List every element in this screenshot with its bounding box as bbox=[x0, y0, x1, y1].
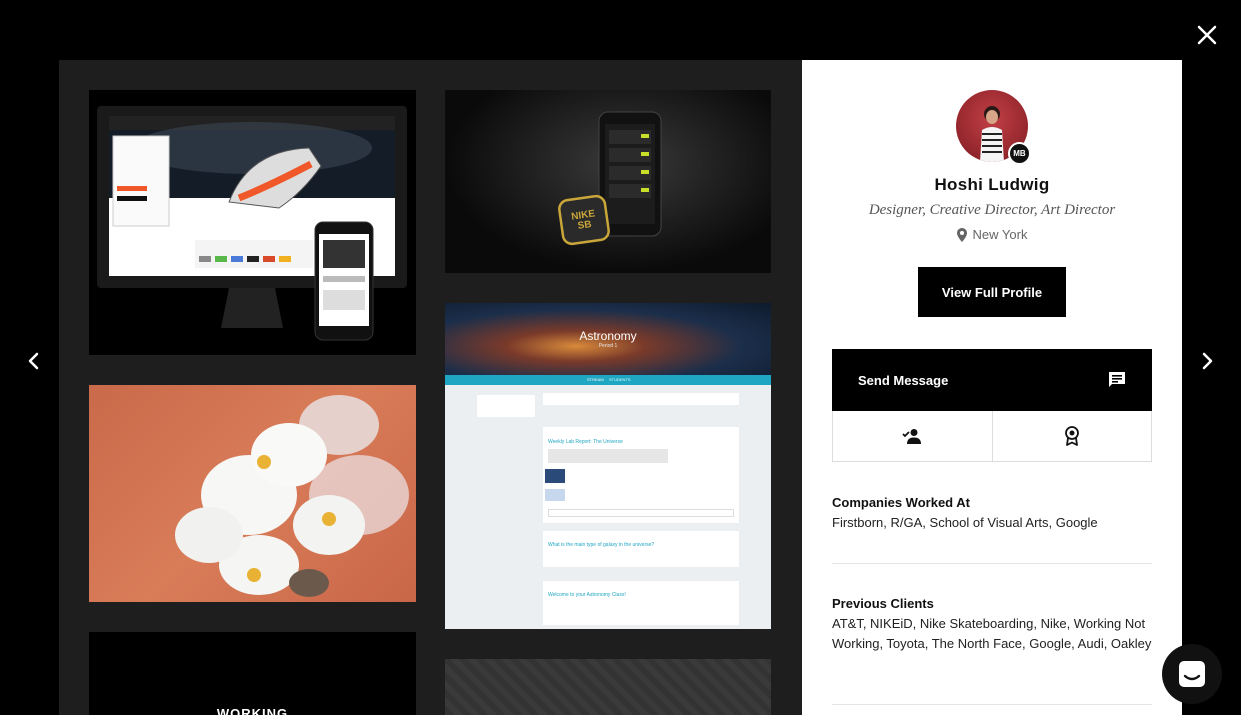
nike-sb-app-illustration bbox=[558, 111, 662, 246]
clients-title: Previous Clients bbox=[832, 596, 934, 611]
astronomy-assignment-title: Weekly Lab Report: The Universe bbox=[548, 439, 623, 445]
working-text: WORKING bbox=[216, 706, 289, 715]
message-icon bbox=[1109, 372, 1125, 387]
astronomy-question: What is the main type of galaxy in the u… bbox=[548, 542, 655, 548]
award-button[interactable] bbox=[991, 411, 1152, 461]
astronomy-sidebar bbox=[477, 395, 535, 417]
location-text: New York bbox=[972, 227, 1028, 242]
send-message-button[interactable]: Send Message bbox=[832, 349, 1152, 411]
astronomy-question-card: What is the main type of galaxy in the u… bbox=[543, 531, 739, 567]
astronomy-announcement-card: Welcome to your Astronomy Class! bbox=[543, 581, 739, 625]
next-button[interactable] bbox=[1197, 349, 1217, 373]
profile-name: Hoshi Ludwig bbox=[934, 175, 1050, 194]
gallery-image-working-not-working[interactable]: WORKING bbox=[89, 632, 416, 715]
section-divider-bottom bbox=[832, 704, 1152, 705]
previous-button[interactable] bbox=[24, 349, 44, 373]
award-icon bbox=[1064, 426, 1079, 446]
astronomy-subtitle: Period 1 bbox=[598, 343, 618, 349]
gallery-image-orchids[interactable] bbox=[89, 385, 416, 602]
profile-panel: MB Hoshi Ludwig Designer, Creative Direc… bbox=[802, 60, 1182, 715]
chat-launcher-button[interactable] bbox=[1162, 644, 1222, 704]
view-full-profile-button[interactable]: View Full Profile bbox=[918, 267, 1066, 317]
orchids-illustration bbox=[175, 395, 409, 597]
arrow-left-icon bbox=[28, 352, 39, 370]
profile-roles: Designer, Creative Director, Art Directo… bbox=[868, 202, 1116, 218]
astronomy-share-box bbox=[543, 393, 739, 405]
send-message-label: Send Message bbox=[858, 372, 949, 388]
astronomy-tab-stream: STREAM bbox=[587, 377, 604, 382]
follow-user-icon bbox=[902, 429, 922, 444]
close-icon bbox=[1197, 25, 1217, 45]
astronomy-assignment-card: Weekly Lab Report: The Universe bbox=[543, 427, 739, 523]
gallery-image-nike-sb-app[interactable]: NIKE SB bbox=[445, 90, 771, 273]
arrow-right-icon bbox=[1202, 352, 1213, 370]
section-divider bbox=[832, 563, 1152, 564]
astronomy-title: Astronomy bbox=[579, 329, 637, 343]
portfolio-gallery: NIKE SB Astronomy Period 1 STREAM STUDEN… bbox=[59, 60, 802, 715]
gallery-image-astronomy-classroom[interactable]: Astronomy Period 1 STREAM STUDENTS Weekl… bbox=[445, 303, 771, 629]
nikeid-site-illustration bbox=[97, 106, 407, 341]
companies-title: Companies Worked At bbox=[832, 495, 970, 510]
companies-value: Firstborn, R/GA, School of Visual Arts, … bbox=[832, 515, 1098, 530]
gallery-image-nikeid-site[interactable] bbox=[89, 90, 416, 355]
close-button[interactable] bbox=[1194, 22, 1220, 48]
astronomy-tab-students: STUDENTS bbox=[609, 377, 631, 382]
avatar-badge: MB bbox=[1008, 142, 1031, 165]
follow-button[interactable] bbox=[833, 411, 992, 461]
chat-icon bbox=[1179, 661, 1205, 687]
clients-value: AT&T, NIKEiD, Nike Skateboarding, Nike, … bbox=[832, 616, 1152, 651]
location-pin-icon bbox=[956, 227, 967, 242]
gallery-image-pattern[interactable] bbox=[445, 659, 771, 715]
astronomy-tab-bar: STREAM STUDENTS bbox=[445, 375, 771, 385]
astronomy-announcement: Welcome to your Astronomy Class! bbox=[548, 592, 626, 598]
profile-location: New York bbox=[802, 227, 1182, 242]
profile-actions bbox=[832, 411, 1152, 462]
